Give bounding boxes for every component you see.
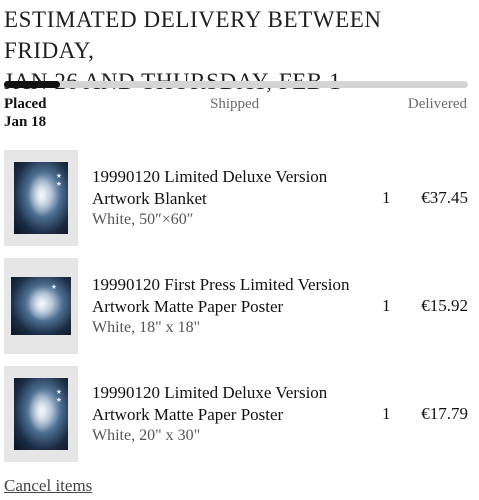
artwork-image: ★ ★ xyxy=(14,162,68,234)
artwork-image: ★ ★ xyxy=(14,378,68,450)
album-artwork-thumbnail[interactable]: ★ ★ xyxy=(4,150,78,246)
shipping-progress-bar xyxy=(4,81,468,88)
progress-step-delivered: Delivered xyxy=(407,96,467,112)
item-name[interactable]: 19990120 Limited Deluxe Version Artwork … xyxy=(92,382,352,426)
album-artwork-thumbnail[interactable]: ★ ★ xyxy=(4,366,78,462)
album-artwork-thumbnail[interactable]: ★ xyxy=(4,258,78,354)
order-item: ★ ★ 19990120 Limited Deluxe Version Artwo… xyxy=(4,366,474,464)
artwork-logo: ★ ★ xyxy=(55,172,62,188)
artwork-logo: ★ ★ xyxy=(55,388,62,404)
item-variant: White, 18" x 18" xyxy=(92,319,201,336)
shipping-progress-fill xyxy=(4,81,60,88)
order-item: ★ ★ 19990120 Limited Deluxe Version Artwo… xyxy=(4,150,474,248)
progress-step-placed: Placed Jan 18 xyxy=(4,95,47,131)
item-price: €37.45 xyxy=(421,188,468,207)
progress-step-placed-date: Jan 18 xyxy=(4,114,47,130)
item-variant: White, 50″×60″ xyxy=(92,211,194,228)
artwork-logo: ★ xyxy=(50,283,57,291)
item-price: €15.92 xyxy=(421,296,468,315)
cancel-items-link[interactable]: Cancel items xyxy=(4,476,92,496)
item-quantity: 1 xyxy=(382,404,391,423)
item-name[interactable]: 19990120 First Press Limited Version Art… xyxy=(92,274,352,318)
item-name[interactable]: 19990120 Limited Deluxe Version Artwork … xyxy=(92,166,352,210)
progress-step-placed-label: Placed xyxy=(4,96,47,112)
delivery-estimate-line-1: Estimated delivery between Friday, xyxy=(4,7,382,63)
order-item: ★ 19990120 First Press Limited Version A… xyxy=(4,258,474,356)
item-quantity: 1 xyxy=(382,296,391,315)
progress-step-shipped: Shipped xyxy=(210,96,260,112)
item-variant: White, 20" x 30" xyxy=(92,427,201,444)
artwork-image: ★ xyxy=(11,277,71,335)
item-price: €17.79 xyxy=(421,404,468,423)
item-quantity: 1 xyxy=(382,188,391,207)
